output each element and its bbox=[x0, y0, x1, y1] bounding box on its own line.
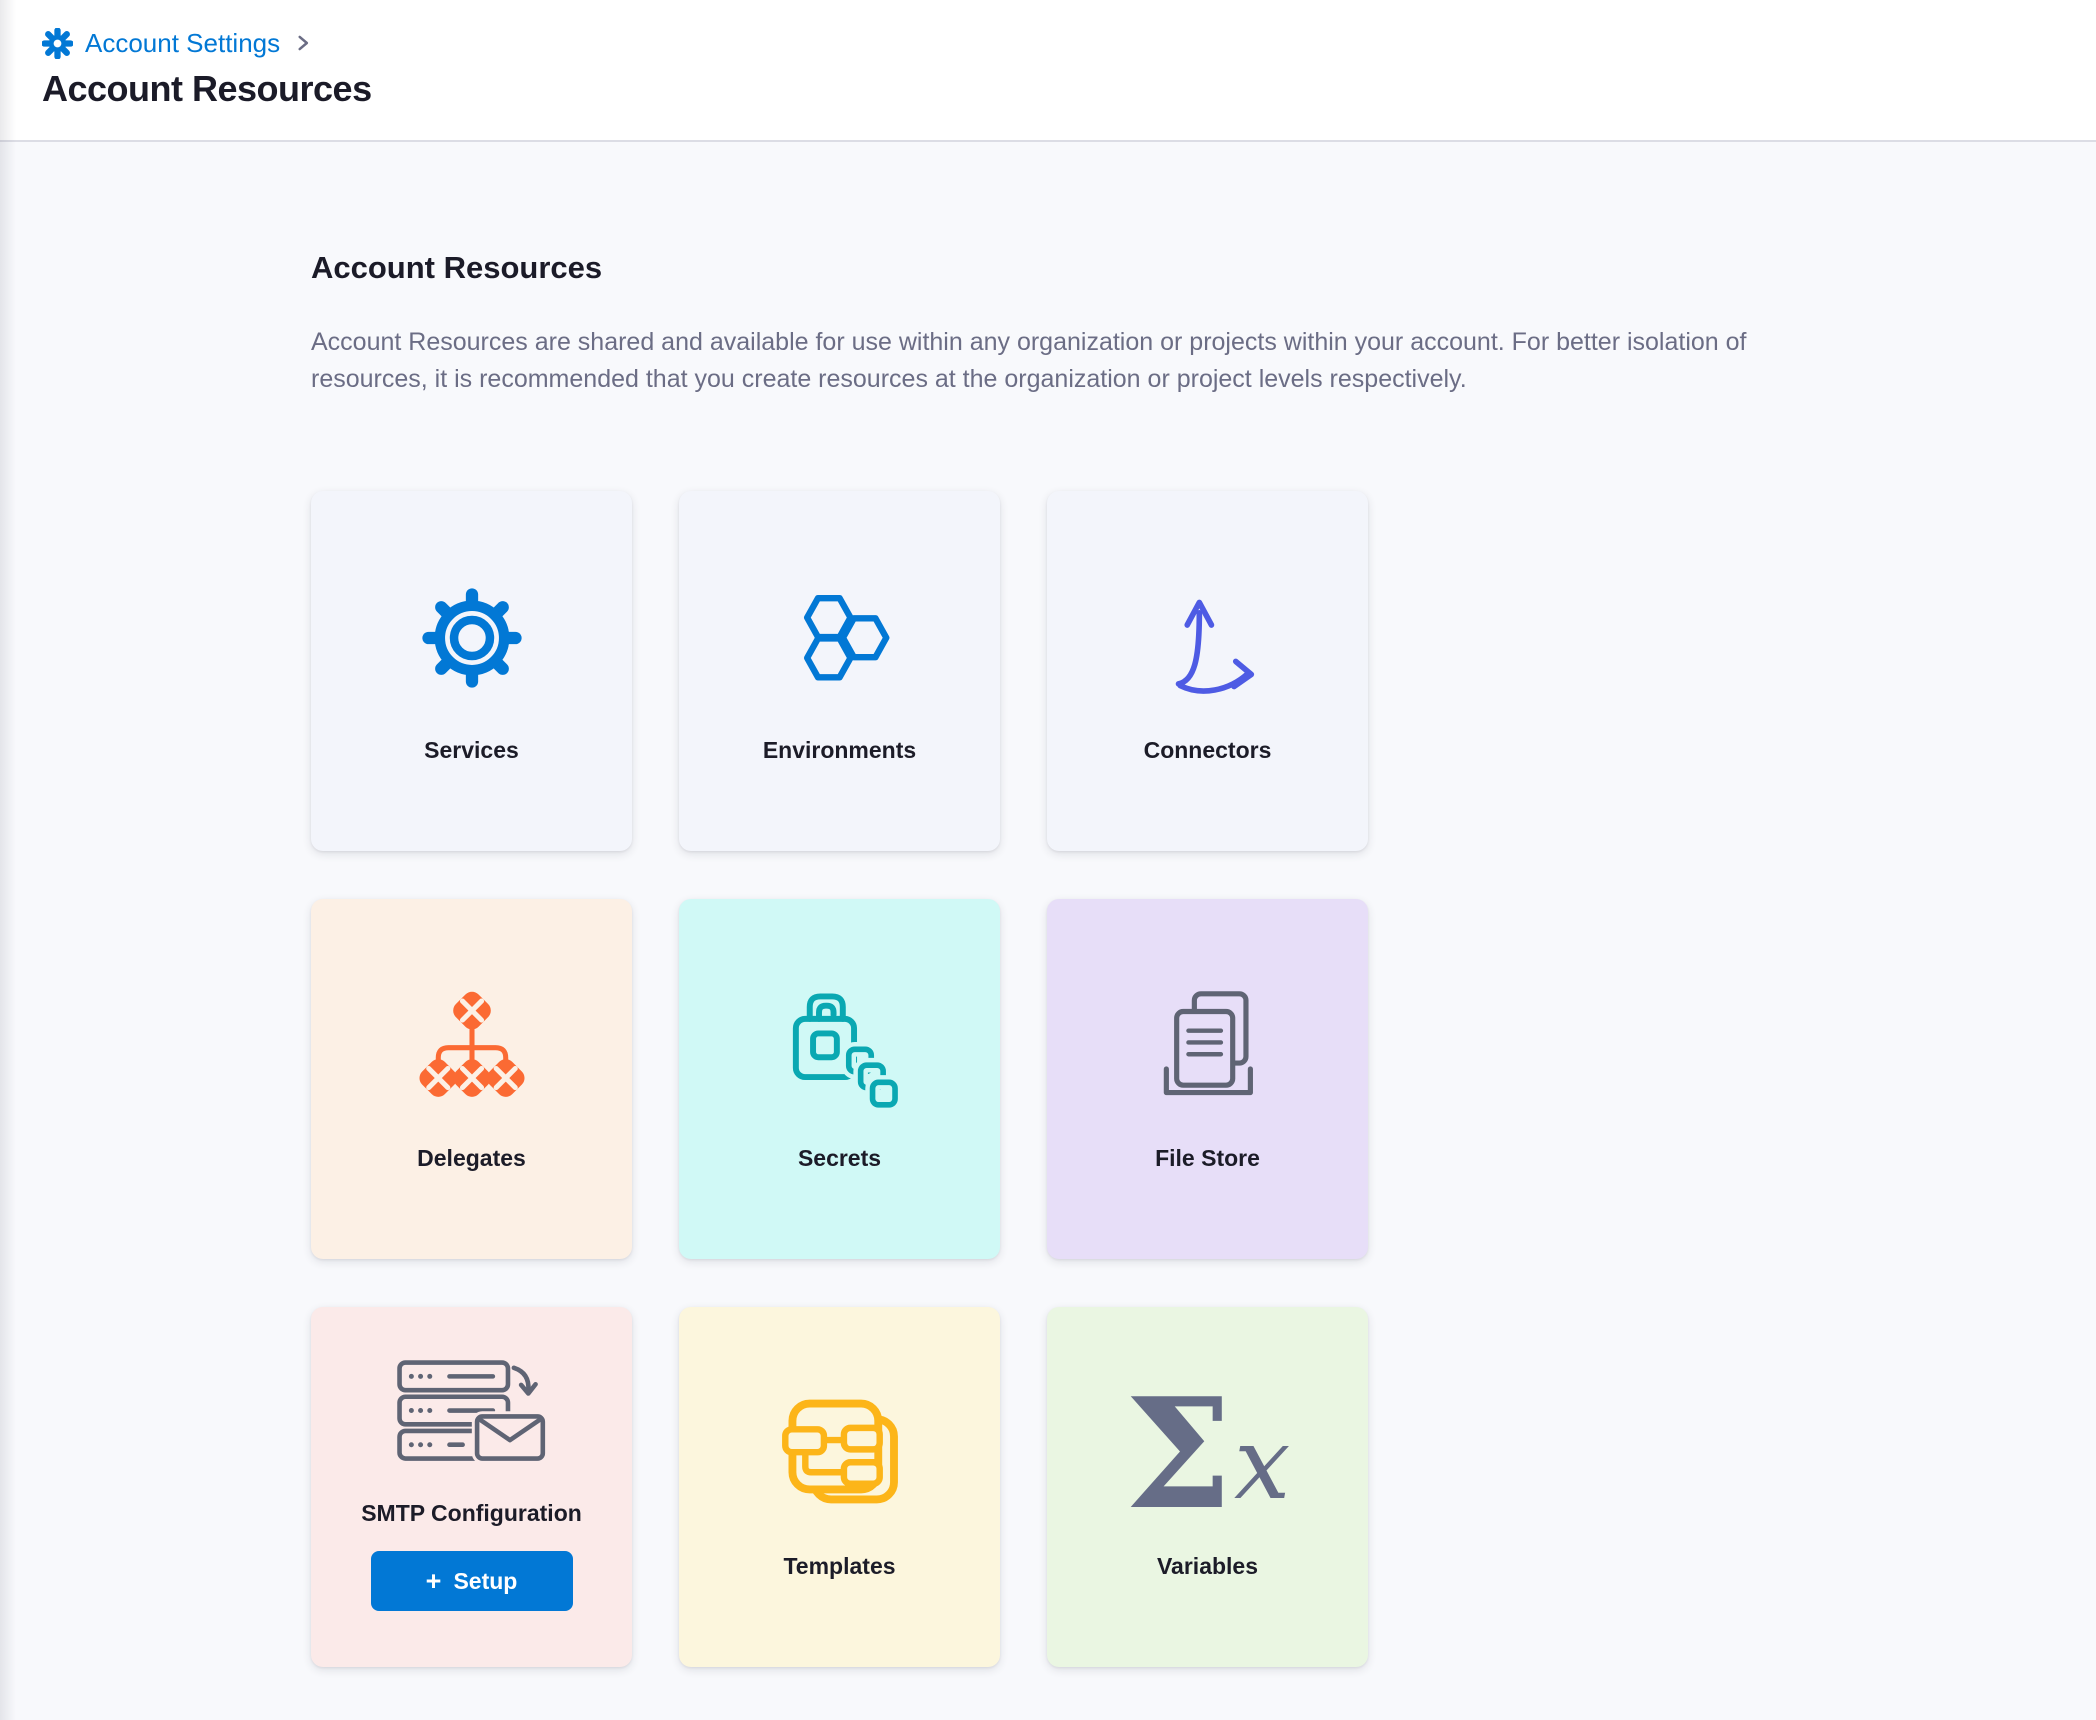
card-label: File Store bbox=[1155, 1144, 1260, 1172]
card-file-store[interactable]: File Store bbox=[1047, 899, 1368, 1259]
card-variables[interactable]: Σ x Variables bbox=[1047, 1307, 1368, 1667]
card-label: Environments bbox=[763, 736, 916, 764]
card-label: Services bbox=[424, 736, 519, 764]
plus-icon: + bbox=[426, 1568, 442, 1595]
card-environments[interactable]: Environments bbox=[679, 491, 1000, 851]
card-delegates[interactable]: Delegates bbox=[311, 899, 632, 1259]
breadcrumb-account-settings-link[interactable]: Account Settings bbox=[85, 26, 280, 60]
documents-tray-icon bbox=[1147, 986, 1269, 1106]
setup-button[interactable]: + Setup bbox=[371, 1551, 573, 1611]
delegate-tree-icon bbox=[413, 986, 531, 1106]
page-title: Account Resources bbox=[42, 68, 2096, 110]
sigma-glyph: Σ bbox=[1125, 1395, 1232, 1514]
card-services[interactable]: Services bbox=[311, 491, 632, 851]
section-heading: Account Resources bbox=[311, 248, 2096, 288]
padlock-icon bbox=[780, 986, 899, 1106]
stacked-templates-icon bbox=[781, 1394, 899, 1514]
card-templates[interactable]: Templates bbox=[679, 1307, 1000, 1667]
card-smtp-configuration[interactable]: SMTP Configuration + Setup bbox=[311, 1307, 632, 1667]
breadcrumb: Account Settings bbox=[42, 26, 2096, 60]
collapsed-sidebar-edge bbox=[0, 0, 16, 1720]
card-label: Connectors bbox=[1144, 736, 1272, 764]
card-label: Secrets bbox=[798, 1144, 881, 1172]
card-label: SMTP Configuration bbox=[361, 1499, 582, 1527]
mail-server-icon bbox=[394, 1363, 549, 1463]
hexagons-icon bbox=[784, 578, 896, 698]
curved-arrows-icon bbox=[1156, 578, 1260, 698]
card-label: Variables bbox=[1157, 1552, 1258, 1580]
gear-icon bbox=[420, 578, 524, 698]
card-label: Templates bbox=[783, 1552, 895, 1580]
setup-button-label: Setup bbox=[453, 1568, 517, 1595]
x-glyph: x bbox=[1234, 1429, 1290, 1499]
chevron-right-icon bbox=[292, 32, 314, 54]
card-label: Delegates bbox=[417, 1144, 526, 1172]
settings-gear-icon bbox=[42, 28, 73, 59]
card-connectors[interactable]: Connectors bbox=[1047, 491, 1368, 851]
resources-grid: Services Environments bbox=[311, 491, 2096, 1667]
page-header: Account Settings Account Resources bbox=[0, 0, 2096, 142]
sigma-x-icon: Σ x bbox=[1125, 1394, 1291, 1514]
section-description: Account Resources are shared and availab… bbox=[311, 324, 1761, 398]
main-content: Account Resources Account Resources are … bbox=[0, 142, 2096, 1667]
card-secrets[interactable]: Secrets bbox=[679, 899, 1000, 1259]
